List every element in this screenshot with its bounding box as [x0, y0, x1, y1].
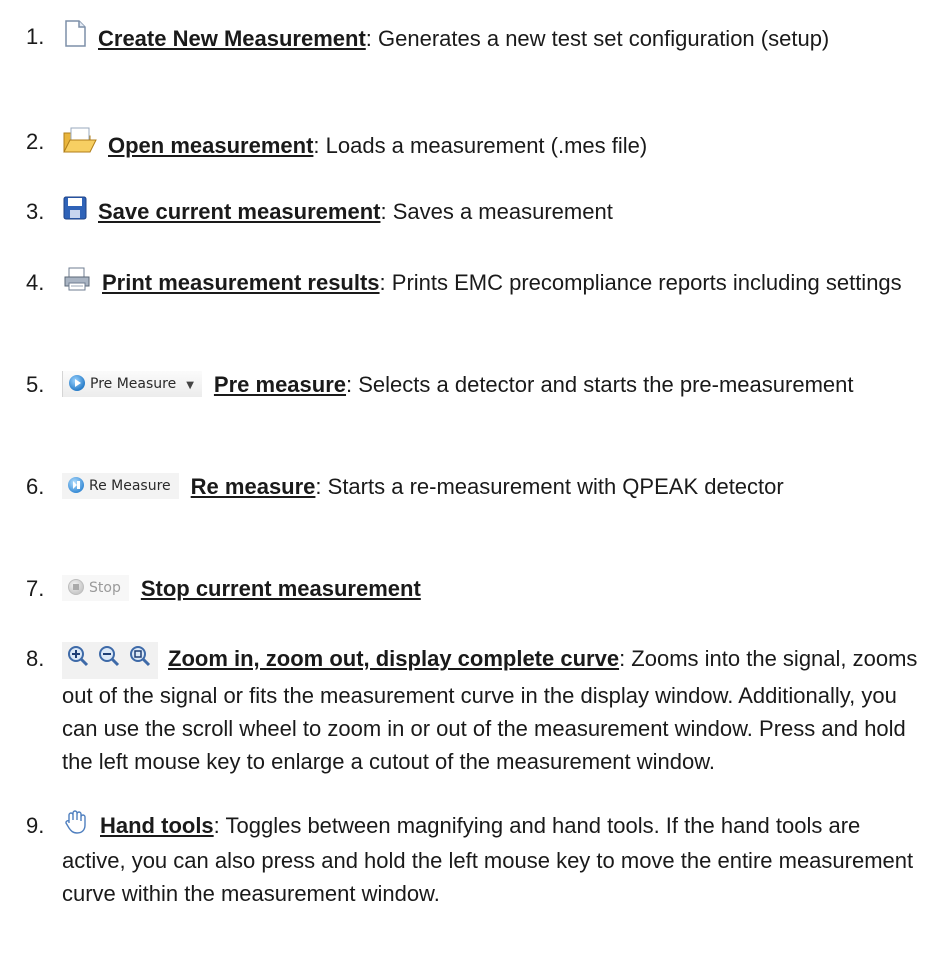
- re-measure-button[interactable]: Re Measure: [62, 473, 179, 499]
- floppy-disk-icon[interactable]: [62, 195, 88, 230]
- hand-icon[interactable]: [62, 809, 90, 844]
- chevron-down-icon[interactable]: ▼: [186, 373, 194, 399]
- stop-button[interactable]: Stop: [62, 575, 129, 601]
- item-text: Save current measurement: Saves a measur…: [62, 195, 925, 230]
- stop-label: Stop: [89, 580, 121, 596]
- item-title[interactable]: Hand tools: [100, 813, 214, 838]
- item-text: Print measurement results: Prints EMC pr…: [62, 266, 925, 301]
- zoom-in-icon: [68, 646, 89, 667]
- item-number: 1.: [26, 24, 45, 49]
- item-title[interactable]: Save current measurement: [98, 199, 380, 224]
- item-number: 9.: [26, 813, 45, 838]
- item-text: Zoom in, zoom out, display complete curv…: [62, 642, 925, 778]
- item-title[interactable]: Stop current measurement: [141, 576, 421, 601]
- item-title[interactable]: Pre measure: [214, 372, 346, 397]
- play-icon: [69, 375, 85, 391]
- item-number: 6.: [26, 474, 45, 499]
- item-number: 7.: [26, 576, 45, 601]
- item-number: 5.: [26, 372, 45, 397]
- item-description: : Prints EMC precompliance reports inclu…: [379, 270, 902, 295]
- item-title[interactable]: Print measurement results: [102, 270, 380, 295]
- item-number: 2.: [26, 129, 45, 154]
- item-text: Stop Stop current measurement: [62, 572, 925, 605]
- item-description: : Loads a measurement (.mes file): [313, 133, 648, 158]
- re-measure-label: Re Measure: [89, 478, 171, 494]
- item-description: : Starts a re-measurement with QPEAK det…: [315, 474, 784, 499]
- zoom-fit-icon: [130, 646, 151, 667]
- item-description: : Saves a measurement: [380, 199, 613, 224]
- item-description: : Generates a new test set configuration…: [365, 26, 830, 51]
- item-text: Open measurement: Loads a measurement (.…: [62, 125, 925, 164]
- open-folder-icon[interactable]: [62, 125, 98, 164]
- zoom-icons: [62, 642, 158, 679]
- item-text: Re Measure Re measure: Starts a re-measur…: [62, 470, 925, 503]
- item-number: 8.: [26, 646, 45, 671]
- item-title[interactable]: Zoom in, zoom out, display complete curv…: [168, 646, 619, 671]
- item-title[interactable]: Re measure: [191, 474, 316, 499]
- pre-measure-button[interactable]: Pre Measure ▼: [62, 371, 202, 397]
- item-text: Pre Measure ▼ Pre measure: Selects a detec…: [62, 368, 925, 401]
- zoom-out-icon: [99, 646, 120, 667]
- item-description: : Selects a detector and starts the pre-…: [346, 372, 854, 397]
- replay-icon: [68, 477, 84, 493]
- item-title[interactable]: Open measurement: [108, 133, 313, 158]
- new-document-icon[interactable]: [62, 20, 88, 57]
- stop-icon: [68, 579, 84, 595]
- item-text: Hand tools: Toggles between magnifying a…: [62, 809, 925, 910]
- printer-icon[interactable]: [62, 266, 92, 301]
- item-title[interactable]: Create New Measurement: [98, 26, 366, 51]
- item-number: 3.: [26, 199, 45, 224]
- pre-measure-label: Pre Measure: [90, 376, 177, 392]
- item-text: Create New Measurement: Generates a new …: [62, 20, 925, 57]
- item-number: 4.: [26, 270, 45, 295]
